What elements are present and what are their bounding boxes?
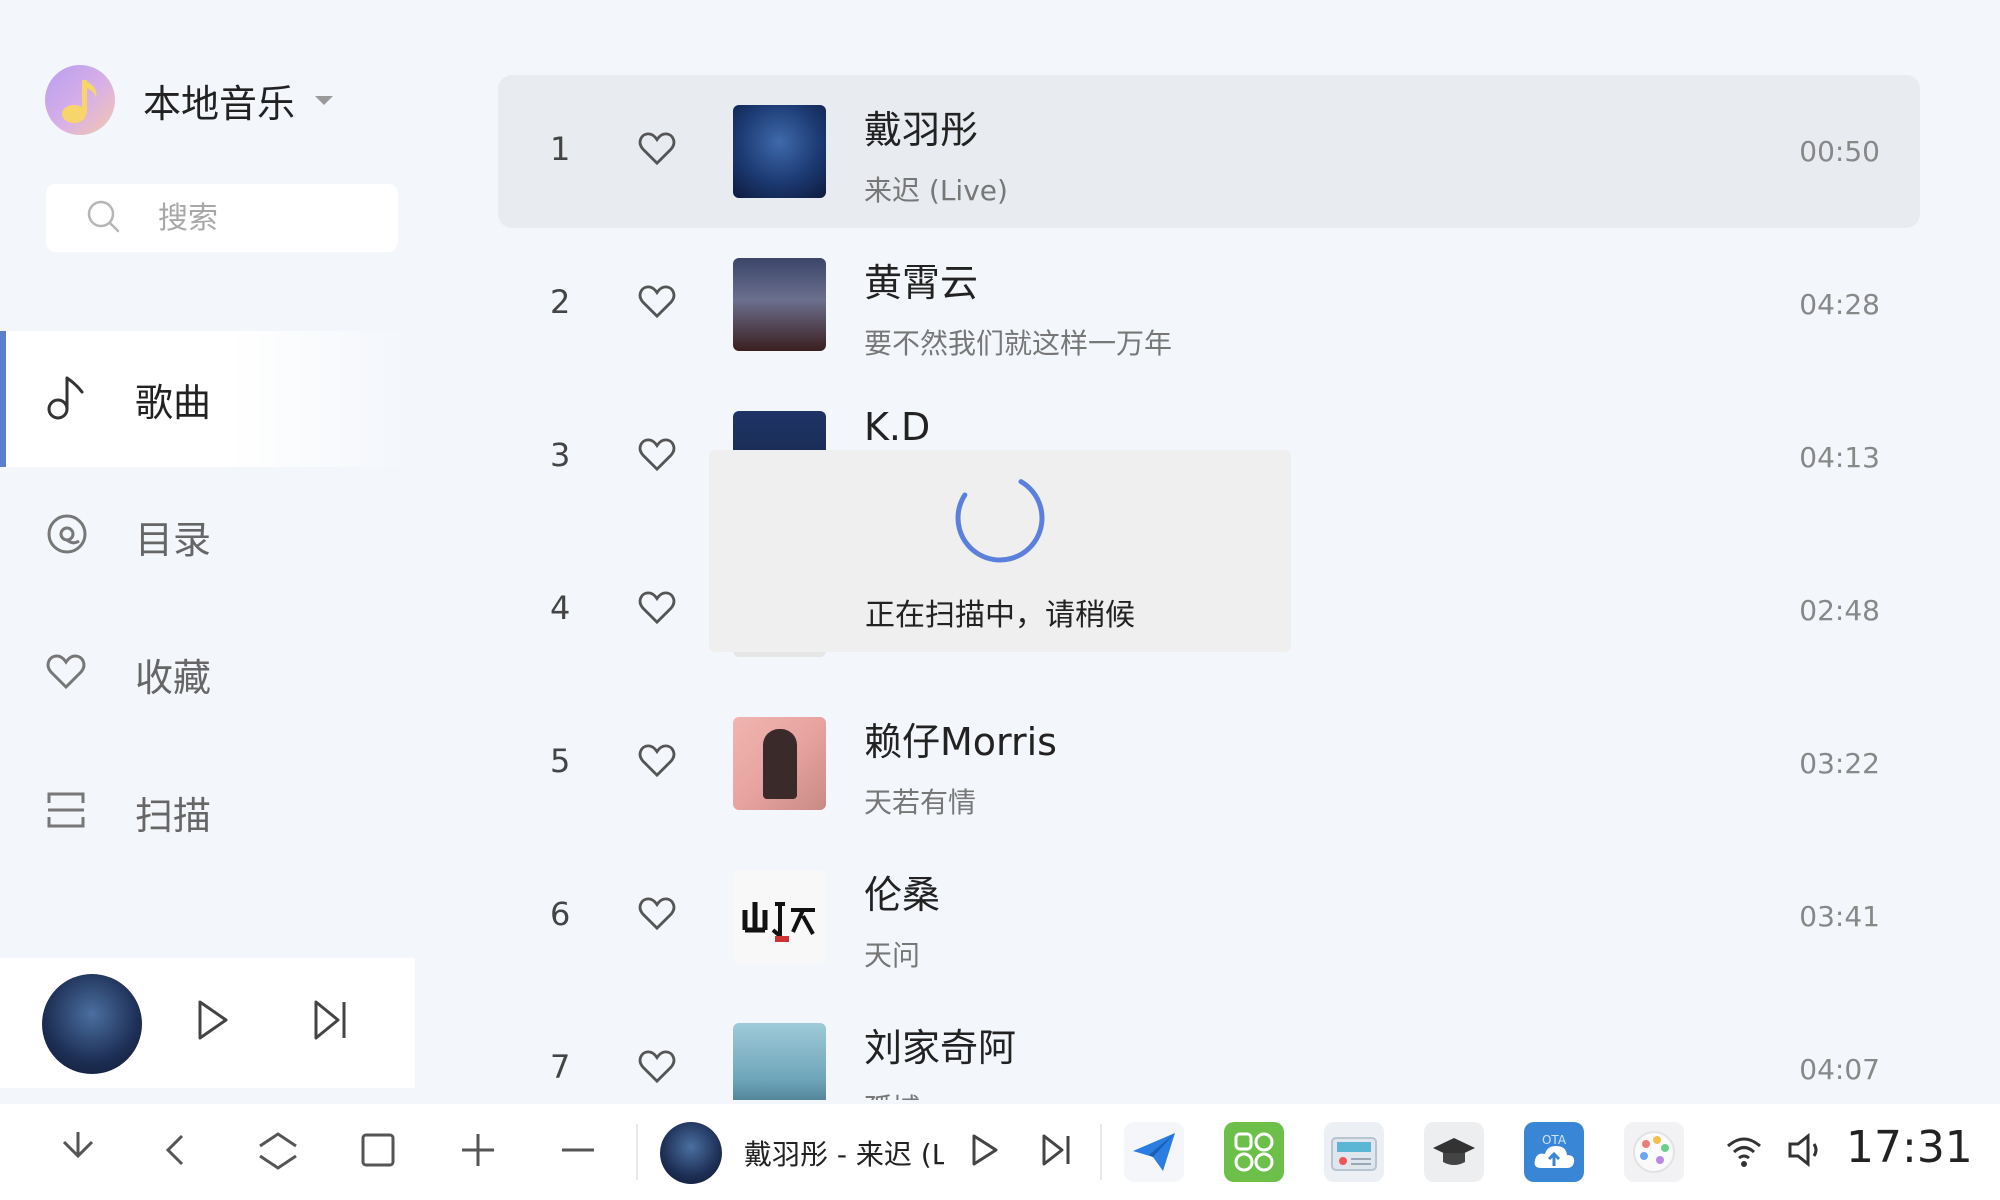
recent-apps-icon[interactable] bbox=[360, 1128, 396, 1176]
music-note-icon bbox=[46, 374, 88, 424]
album-cover bbox=[733, 1023, 826, 1100]
album-art bbox=[742, 902, 815, 942]
song-artist: 赖仔Morris bbox=[864, 720, 1057, 764]
song-duration: 04:07 bbox=[1799, 1053, 1880, 1086]
collapse-down-icon[interactable] bbox=[58, 1128, 98, 1176]
favorite-heart-icon[interactable] bbox=[638, 1050, 676, 1088]
song-row[interactable]: 5 赖仔Morris 天若有情 03:22 bbox=[498, 687, 1920, 840]
favorite-heart-icon[interactable] bbox=[638, 744, 676, 782]
album-cover bbox=[733, 105, 826, 198]
scan-icon bbox=[46, 791, 86, 833]
app-education-icon[interactable] bbox=[1424, 1122, 1484, 1182]
song-number: 7 bbox=[550, 1048, 571, 1086]
mini-player bbox=[0, 958, 415, 1088]
divider bbox=[636, 1124, 638, 1180]
wifi-icon[interactable] bbox=[1724, 1128, 1764, 1176]
song-title: 来迟 (Live) bbox=[864, 174, 1008, 207]
back-icon[interactable] bbox=[160, 1128, 190, 1176]
now-playing-text[interactable]: 戴羽彤 - 来迟 (Live) bbox=[744, 1133, 944, 1173]
song-row[interactable]: 2 黄霄云 要不然我们就这样一万年 04:28 bbox=[498, 228, 1920, 381]
song-row[interactable]: 6 伦桑 天问 03:41 bbox=[498, 840, 1920, 993]
song-number: 4 bbox=[550, 589, 571, 627]
favorite-heart-icon[interactable] bbox=[638, 132, 676, 170]
next-track-icon[interactable] bbox=[312, 998, 348, 1046]
favorite-heart-icon[interactable] bbox=[638, 897, 676, 935]
home-icon[interactable] bbox=[256, 1128, 300, 1176]
svg-text:OTA: OTA bbox=[1542, 1133, 1567, 1147]
app-ota-cloud-icon[interactable]: OTA bbox=[1524, 1122, 1584, 1182]
nav-item-scan[interactable]: 扫描 bbox=[0, 744, 415, 880]
library-avatar bbox=[45, 65, 115, 135]
heart-icon bbox=[46, 654, 86, 694]
favorite-heart-icon[interactable] bbox=[638, 285, 676, 323]
song-duration: 02:48 bbox=[1799, 594, 1880, 627]
favorite-heart-icon[interactable] bbox=[638, 438, 676, 476]
favorite-heart-icon[interactable] bbox=[638, 591, 676, 629]
clock: 17:31 bbox=[1846, 1122, 1973, 1173]
speaker-icon[interactable] bbox=[1786, 1128, 1822, 1176]
song-artist: 伦桑 bbox=[864, 873, 941, 917]
app-send-icon[interactable] bbox=[1124, 1122, 1184, 1182]
song-title: 天若有情 bbox=[864, 786, 977, 819]
song-artist: 戴羽彤 bbox=[864, 108, 979, 152]
loading-spinner-icon bbox=[954, 472, 1046, 568]
mini-player-cover[interactable] bbox=[42, 974, 142, 1074]
song-title: 天问 bbox=[864, 939, 921, 972]
song-duration: 04:13 bbox=[1799, 441, 1880, 474]
loading-text: 正在扫描中，请稍候 bbox=[865, 598, 1135, 633]
play-icon[interactable] bbox=[970, 1128, 1000, 1176]
library-selector[interactable]: 本地音乐 bbox=[45, 65, 334, 135]
app-palette-icon[interactable] bbox=[1624, 1122, 1684, 1182]
app-grid-icon[interactable] bbox=[1224, 1122, 1284, 1182]
song-artist: K.D bbox=[864, 405, 931, 449]
divider bbox=[1100, 1124, 1102, 1180]
folder-disc-icon bbox=[46, 513, 88, 559]
now-playing-cover[interactable] bbox=[660, 1122, 722, 1184]
song-artist: 黄霄云 bbox=[864, 261, 979, 305]
taskbar: 戴羽彤 - 来迟 (Live) OTA bbox=[0, 1104, 2000, 1200]
chevron-down-icon[interactable] bbox=[315, 95, 334, 105]
song-number: 2 bbox=[550, 283, 571, 321]
volume-down-icon[interactable] bbox=[558, 1128, 598, 1176]
album-cover bbox=[733, 717, 826, 810]
song-duration: 03:41 bbox=[1799, 900, 1880, 933]
song-row[interactable]: 7 刘家奇阿 孤城 04:07 bbox=[498, 993, 1920, 1100]
nav-label: 目录 bbox=[135, 517, 212, 562]
song-number: 3 bbox=[550, 436, 571, 474]
library-title: 本地音乐 bbox=[143, 81, 296, 126]
song-duration: 04:28 bbox=[1799, 288, 1880, 321]
song-title: 孤城 bbox=[864, 1087, 920, 1100]
music-note-icon bbox=[62, 80, 97, 123]
nav-label: 扫描 bbox=[135, 793, 212, 838]
album-cover bbox=[733, 258, 826, 351]
search-icon bbox=[86, 199, 120, 237]
sidebar: 本地音乐 歌曲 目录 bbox=[0, 0, 415, 1100]
scan-loading-dialog: 正在扫描中，请稍候 bbox=[709, 450, 1291, 652]
search-box[interactable] bbox=[46, 184, 398, 252]
volume-up-icon[interactable] bbox=[458, 1128, 498, 1176]
nav-item-songs[interactable]: 歌曲 bbox=[0, 331, 415, 467]
next-track-icon[interactable] bbox=[1040, 1128, 1072, 1176]
play-icon[interactable] bbox=[196, 998, 230, 1046]
song-number: 5 bbox=[550, 742, 571, 780]
song-number: 1 bbox=[550, 130, 571, 168]
nav-item-favorites[interactable]: 收藏 bbox=[0, 606, 415, 742]
song-number: 6 bbox=[550, 895, 571, 933]
song-title: 要不然我们就这样一万年 bbox=[864, 327, 1173, 360]
nav-label: 歌曲 bbox=[135, 380, 212, 425]
app-radio-icon[interactable] bbox=[1324, 1122, 1384, 1182]
song-duration: 00:50 bbox=[1799, 135, 1880, 168]
nav-label: 收藏 bbox=[135, 655, 212, 700]
song-artist: 刘家奇阿 bbox=[864, 1026, 1017, 1070]
song-row[interactable]: 1 戴羽彤 来迟 (Live) 00:50 bbox=[498, 75, 1920, 228]
album-cover bbox=[733, 870, 826, 963]
search-input[interactable] bbox=[158, 200, 358, 236]
nav-item-directory[interactable]: 目录 bbox=[0, 468, 415, 604]
song-duration: 03:22 bbox=[1799, 747, 1880, 780]
